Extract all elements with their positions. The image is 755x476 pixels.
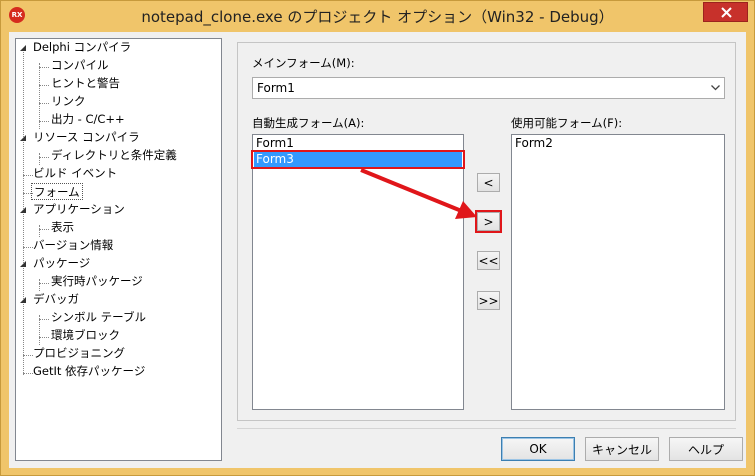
title-bar[interactable]: RX notepad_clone.exe のプロジェクト オプション（Win32… <box>1 1 754 32</box>
tree-item-build-events[interactable]: ビルド イベント <box>31 165 119 182</box>
tree-item-debugger[interactable]: デバッガ <box>31 291 81 308</box>
main-form-value: Form1 <box>257 81 295 95</box>
main-form-dropdown[interactable]: Form1 <box>252 77 725 99</box>
cancel-button[interactable]: キャンセル <box>585 437 659 461</box>
tree-line <box>39 63 40 129</box>
tree-item-forms[interactable]: フォーム <box>31 183 83 200</box>
collapse-triangle-icon[interactable] <box>20 261 26 267</box>
tree-item-hints-warnings[interactable]: ヒントと警告 <box>49 75 122 92</box>
chevron-down-icon <box>711 85 720 91</box>
options-tree[interactable]: Delphi コンパイラ コンパイル ヒントと警告 リンク 出力 - C/C++… <box>15 38 222 461</box>
tree-line <box>39 67 49 68</box>
move-left-button[interactable]: < <box>477 173 500 192</box>
tree-item-delphi-compiler[interactable]: Delphi コンパイラ <box>31 39 133 56</box>
divider <box>237 428 736 429</box>
tree-line <box>39 319 49 320</box>
tree-item-runtime-packages[interactable]: 実行時パッケージ <box>49 273 145 290</box>
move-all-left-button[interactable]: << <box>477 251 500 270</box>
ok-button[interactable]: OK <box>501 437 575 461</box>
available-forms-list[interactable]: Form2 <box>511 134 725 410</box>
project-options-window: RX notepad_clone.exe のプロジェクト オプション（Win32… <box>0 0 755 476</box>
tree-item-output-cpp[interactable]: 出力 - C/C++ <box>49 111 127 128</box>
help-button[interactable]: ヘルプ <box>669 437 743 461</box>
annotation-highlight-box <box>251 150 465 169</box>
tree-line <box>39 225 40 237</box>
collapse-triangle-icon[interactable] <box>20 207 26 213</box>
tree-line <box>39 283 49 284</box>
forms-options-panel: メインフォーム(M): Form1 自動生成フォーム(A): Form1 For… <box>237 42 736 421</box>
tree-line <box>39 157 49 158</box>
tree-item-resource-compiler[interactable]: リソース コンパイラ <box>31 129 142 146</box>
available-forms-label: 使用可能フォーム(F): <box>511 116 623 130</box>
tree-item-linking[interactable]: リンク <box>49 93 88 110</box>
annotation-highlight-box <box>475 210 502 233</box>
tree-item-environment-block[interactable]: 環境ブロック <box>49 327 122 344</box>
tree-line <box>39 103 49 104</box>
close-button[interactable] <box>703 2 748 22</box>
close-icon <box>721 7 732 18</box>
auto-create-forms-list[interactable]: Form1 Form3 <box>252 134 464 410</box>
dialog-client-area: Delphi コンパイラ コンパイル ヒントと警告 リンク 出力 - C/C++… <box>9 32 746 468</box>
tree-line <box>39 279 40 291</box>
collapse-triangle-icon[interactable] <box>20 45 26 51</box>
tree-line <box>39 85 49 86</box>
tree-line <box>39 337 49 338</box>
tree-item-compile[interactable]: コンパイル <box>49 57 111 74</box>
tree-item-application[interactable]: アプリケーション <box>31 201 127 218</box>
tree-item-appearance[interactable]: 表示 <box>49 219 76 236</box>
tree-item-symbol-tables[interactable]: シンボル テーブル <box>49 309 148 326</box>
tree-item-directories-conditionals[interactable]: ディレクトリと条件定義 <box>49 147 179 164</box>
tree-line <box>39 229 49 230</box>
window-title: notepad_clone.exe のプロジェクト オプション（Win32 - … <box>141 8 614 26</box>
tree-line <box>39 153 40 165</box>
tree-item-version-info[interactable]: バージョン情報 <box>31 237 115 254</box>
move-all-right-button[interactable]: >> <box>477 291 500 310</box>
tree-item-packages[interactable]: パッケージ <box>31 255 92 272</box>
collapse-triangle-icon[interactable] <box>20 135 26 141</box>
tree-item-provisioning[interactable]: プロビジョニング <box>31 345 127 362</box>
list-item[interactable]: Form2 <box>513 136 723 152</box>
collapse-triangle-icon[interactable] <box>20 297 26 303</box>
tree-line <box>39 121 49 122</box>
main-form-label: メインフォーム(M): <box>252 56 355 70</box>
tree-item-getit-dependencies[interactable]: GetIt 依存パッケージ <box>31 363 147 380</box>
auto-create-label: 自動生成フォーム(A): <box>252 116 365 130</box>
